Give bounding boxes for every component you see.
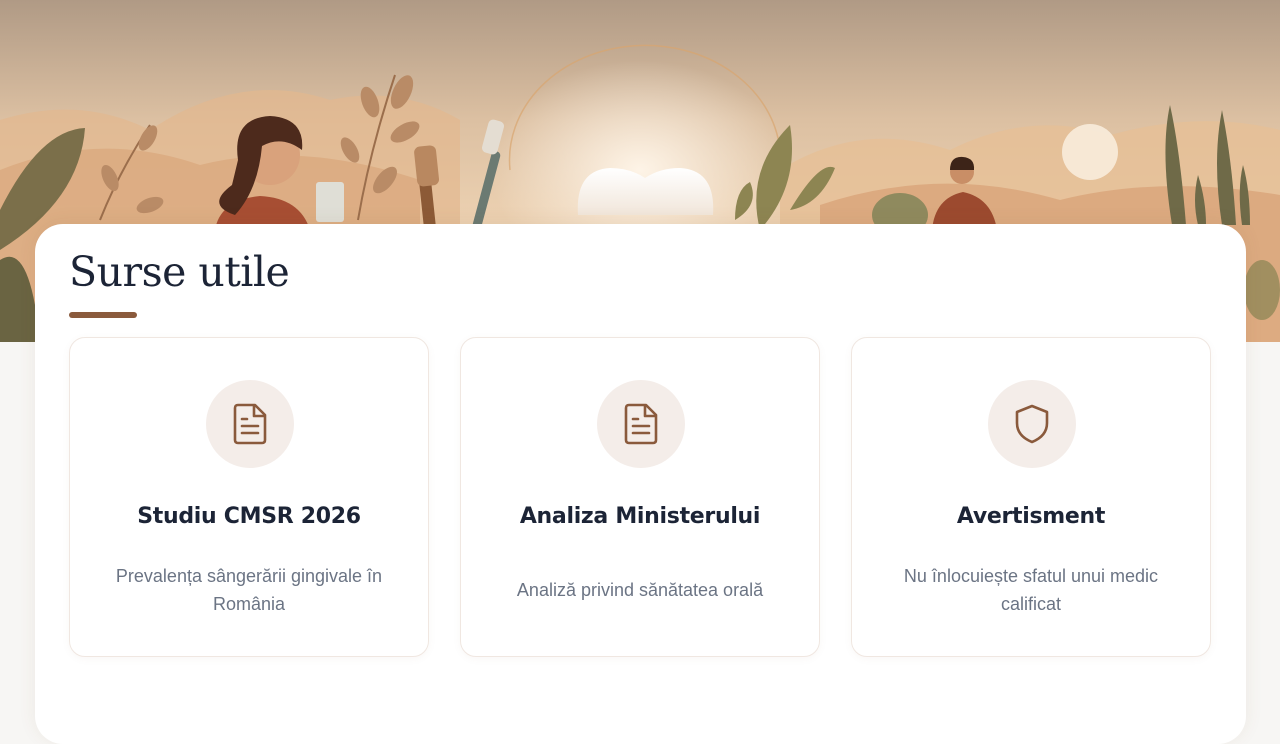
card-description: Analiză privind sănătatea orală <box>516 580 764 600</box>
card-description: Nu înlocuiește sfatul unui medic calific… <box>903 566 1159 614</box>
source-card-ministry-analysis[interactable]: Analiza Ministerului Analiză privind săn… <box>460 337 820 657</box>
card-icon-circle <box>988 380 1076 468</box>
card-title: Avertisment <box>956 504 1106 529</box>
section-title: Surse utile <box>69 248 290 296</box>
shield-icon <box>1015 404 1049 444</box>
card-description: Prevalența sângerării gingivale în Român… <box>115 566 383 614</box>
source-card-cmsr-study[interactable]: Studiu CMSR 2026 Prevalența sângerării g… <box>69 337 429 657</box>
useful-sources-section: Surse utile Studiu CMSR 2026 Prevalența … <box>35 224 1246 744</box>
card-title: Analiza Ministerului <box>519 504 761 529</box>
card-icon-circle <box>597 380 685 468</box>
source-card-disclaimer[interactable]: Avertisment Nu înlocuiește sfatul unui m… <box>851 337 1211 657</box>
document-icon <box>233 403 267 445</box>
title-underline <box>69 312 137 318</box>
card-title: Studiu CMSR 2026 <box>137 504 361 529</box>
document-icon <box>624 403 658 445</box>
card-icon-circle <box>206 380 294 468</box>
